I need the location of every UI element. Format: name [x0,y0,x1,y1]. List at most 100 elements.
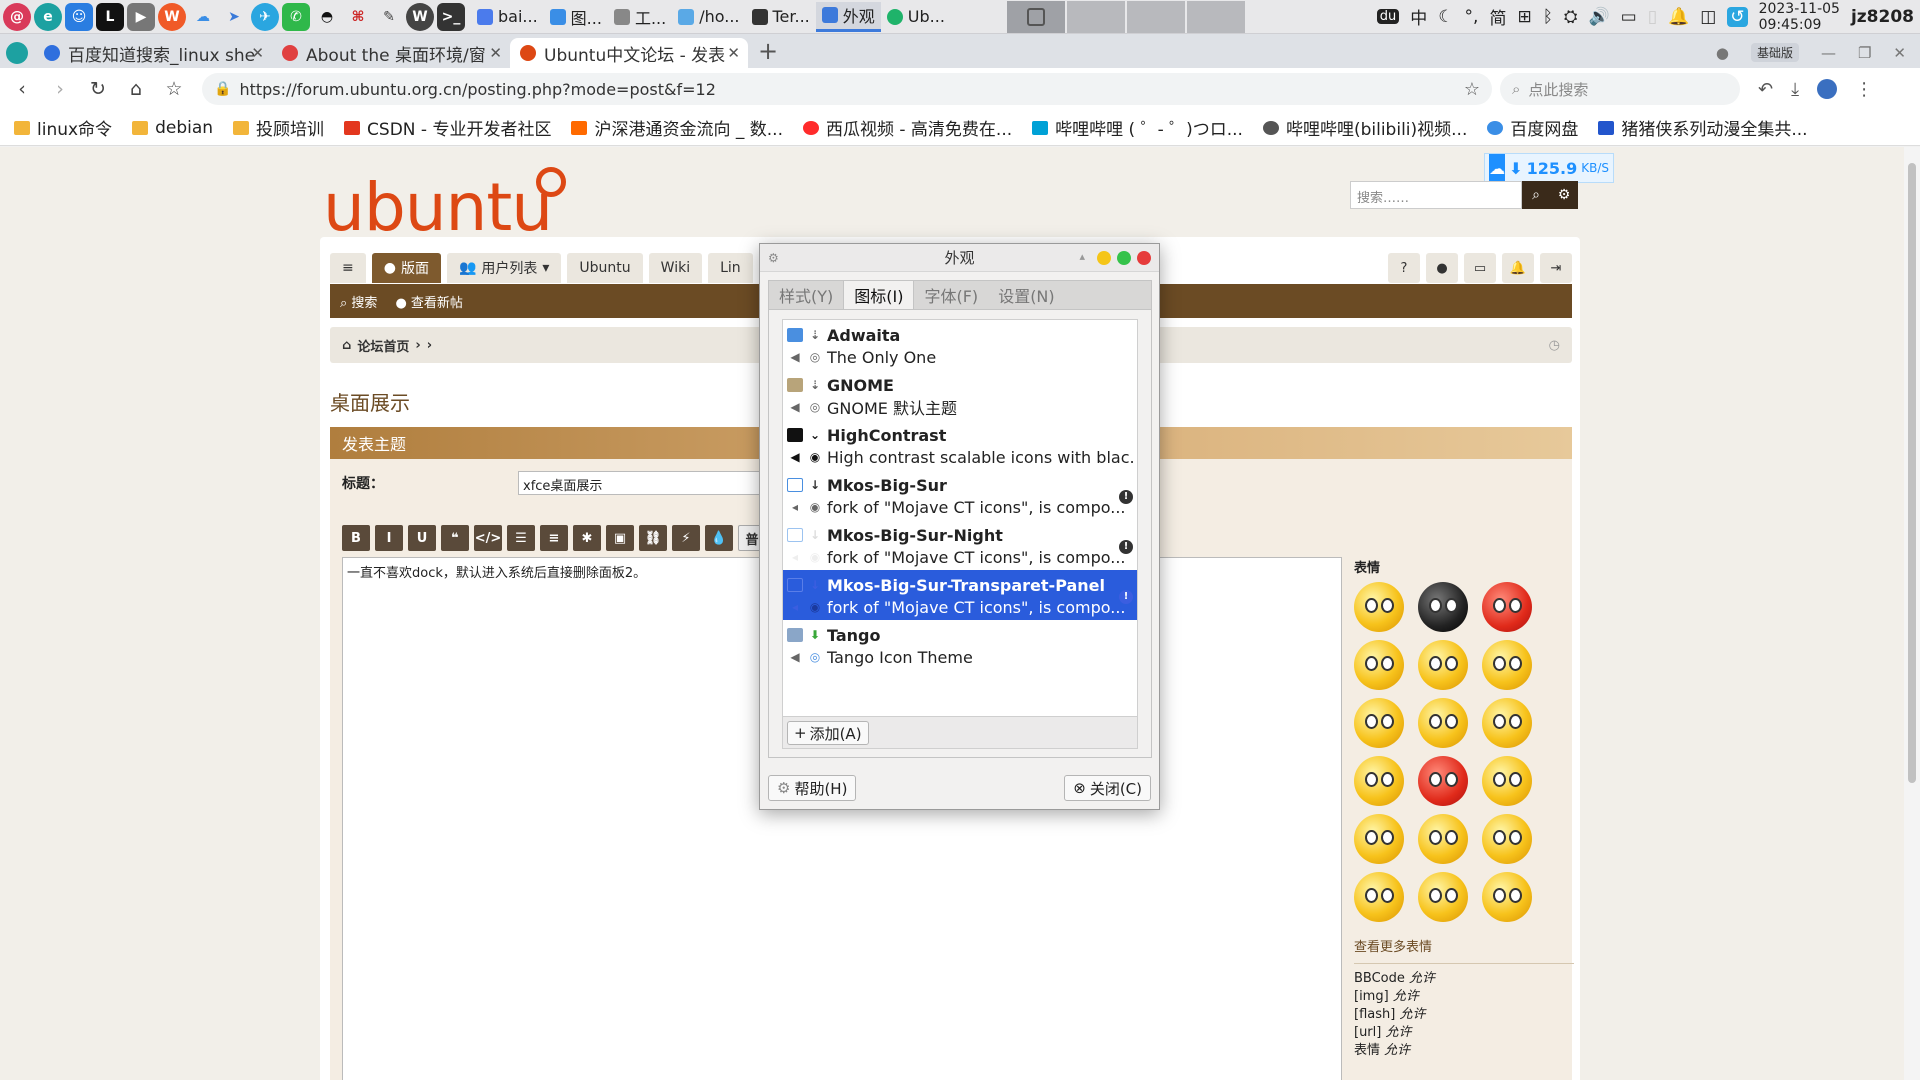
gear-icon[interactable]: ⚙ [1550,181,1578,209]
logout-icon[interactable]: ⇥ [1540,253,1572,283]
video-app-icon[interactable]: ▶ [127,2,155,31]
edition-badge[interactable]: 基础版 [1750,43,1799,62]
ordered-list-button[interactable]: ≡ [540,525,568,551]
workspace-1[interactable] [1006,0,1065,33]
list-item[interactable]: ⇣ GNOME ◀ ◎ GNOME 默认主题 [783,370,1137,420]
minimize-icon[interactable]: — [1821,44,1836,62]
workspace-4[interactable] [1186,0,1245,33]
bookmark-item[interactable]: linux命令 [14,115,112,140]
minimize-button[interactable] [1097,251,1111,265]
notification-bell-icon[interactable]: 🔔 [1668,7,1689,27]
list-item[interactable]: ↓ Mkos-Big-Sur ◂ ◉ fork of "Mojave CT icons… [783,470,1137,520]
forward-icon[interactable]: › [44,78,76,100]
workspace-3[interactable] [1126,0,1185,33]
emoji-icon[interactable] [1482,582,1532,632]
forum-title[interactable]: 桌面展示 [330,387,410,416]
bookmark-item[interactable]: 投顾培训 [233,115,324,140]
download-icon[interactable]: ⤓ [1791,79,1799,100]
tab-lin[interactable]: Lin [708,253,753,283]
emoji-icon[interactable] [1418,582,1468,632]
bookmark-item[interactable]: 百度网盘 [1487,115,1578,140]
image-button[interactable]: ▣ [606,525,634,551]
simplified-chinese-indicator[interactable]: 简 [1489,4,1506,29]
add-button[interactable]: + 添加(A) [787,721,869,745]
tab-fonts[interactable]: 字体(F) [914,281,988,309]
user-icon[interactable]: ● [1426,253,1458,283]
wps-icon[interactable]: W [158,2,186,31]
forum-search-input[interactable]: 搜索…… [1350,181,1522,209]
task-item-active[interactable]: 外观 [815,1,881,32]
screenshot-icon[interactable]: ◫ [1700,7,1716,27]
clipboard-icon[interactable]: ▯ [1648,7,1657,27]
bookmark-item[interactable]: 猪猪侠系列动漫全集共... [1598,115,1808,140]
tab-close-icon[interactable]: ✕ [251,44,264,62]
bookmark-item[interactable]: 哔哩哔哩 ( ゜- ゜)つロ... [1032,115,1243,140]
bluetooth-icon[interactable]: ᛒ [1543,7,1553,27]
close-button[interactable] [1137,251,1151,265]
menu-button[interactable]: ≡ [330,253,366,283]
username[interactable]: jz8208 [1851,7,1914,27]
browser-tab[interactable]: About the 桌面环境/窗 ✕ [272,38,510,68]
new-posts-link[interactable]: ● 查看新帖 [395,292,463,311]
tab-ubuntu[interactable]: Ubuntu [567,253,643,283]
breadcrumb-home[interactable]: 论坛首页 [357,336,409,355]
battery-icon[interactable]: ▭ [1621,7,1637,27]
browser-search-box[interactable]: ⌕ 点此搜索 [1500,73,1740,105]
network-icon[interactable]: ⛭ [1564,7,1578,27]
avatar[interactable] [1817,79,1838,99]
restore-icon[interactable]: ❐ [1858,44,1871,62]
telegram-icon[interactable]: ✈ [251,2,279,31]
bookmark-star-icon[interactable]: ☆ [158,78,190,100]
emoji-icon[interactable] [1418,640,1468,690]
pdf-icon[interactable]: ⌘ [344,2,372,31]
bookmark-item[interactable]: 西瓜视频 - 高清免费在... [802,115,1012,140]
maximize-button[interactable] [1117,251,1131,265]
tab-board[interactable]: ● 版面 [371,253,441,283]
bookmark-item[interactable]: debian [132,118,213,138]
list-item[interactable]: ⬇ Tango ◀ ◎ Tango Icon Theme [783,620,1137,670]
gear-icon[interactable]: ⚙ [768,251,779,265]
emoji-icon[interactable] [1354,582,1404,632]
list-item-button[interactable]: ✱ [573,525,601,551]
subject-input[interactable]: xfce桌面展示 [518,471,778,495]
back-icon[interactable]: ‹ [6,78,38,100]
more-emoji-link[interactable]: 查看更多表情 [1354,936,1574,964]
page-scrollbar[interactable] [1904,147,1920,1080]
tab-wiki[interactable]: Wiki [648,253,703,283]
underline-button[interactable]: U [408,525,436,551]
ubuntu-logo[interactable]: ubuntu [323,169,553,246]
shade-icon[interactable]: ▴ [1079,250,1085,263]
download-speed-widget[interactable]: ☁ ⬇ 125.9 KB/S [1484,153,1614,183]
emoji-icon[interactable] [1482,756,1532,806]
link-button[interactable]: ⛓ [639,525,667,551]
bell-icon[interactable]: 🔔 [1502,253,1534,283]
task-item[interactable]: 图... [544,2,608,32]
text-editor-icon[interactable]: ✎ [375,2,403,31]
address-bar[interactable]: 🔒 https://forum.ubuntu.org.cn/posting.ph… [202,73,1492,105]
home-icon[interactable]: ⌂ [120,78,152,100]
emoji-icon[interactable] [1418,814,1468,864]
volume-icon[interactable]: 🔊 [1589,7,1610,27]
bird-app-icon[interactable]: ➤ [220,2,248,31]
emoji-icon[interactable] [1354,814,1404,864]
task-item[interactable]: 工... [608,2,672,32]
inbox-icon[interactable]: ▭ [1464,253,1496,283]
punctuation-icon[interactable]: °, [1465,7,1479,27]
bookmark-item[interactable]: 哔哩哔哩(bilibili)视频... [1262,115,1467,140]
bookmark-item[interactable]: CSDN - 专业开发者社区 [344,115,551,140]
terminal-icon[interactable]: >_ [437,2,465,31]
reload-icon[interactable]: ↻ [82,78,114,100]
list-item-selected[interactable]: ↓ Mkos-Big-Sur-Transparet-Panel ◂ ◉ fork of… [783,570,1137,620]
finder-icon[interactable]: ☺ [65,2,93,31]
browser-tab[interactable]: 百度知道搜索_linux she ✕ [34,38,272,68]
flash-button[interactable]: ⚡ [672,525,700,551]
list-item[interactable]: ⌄ HighContrast ◀ ◉ High contrast scalable i… [783,420,1137,470]
search-icon[interactable]: ⌕ [1522,181,1550,209]
emoji-icon[interactable] [1482,698,1532,748]
bookmark-item[interactable]: 沪深港通资金流向 _ 数... [571,115,783,140]
tab-settings[interactable]: 设置(N) [988,281,1064,309]
task-item[interactable]: /ho... [672,2,745,32]
emoji-icon[interactable] [1482,872,1532,922]
baidu-netdisk-icon[interactable]: ☁ [189,2,217,31]
italic-button[interactable]: I [375,525,403,551]
